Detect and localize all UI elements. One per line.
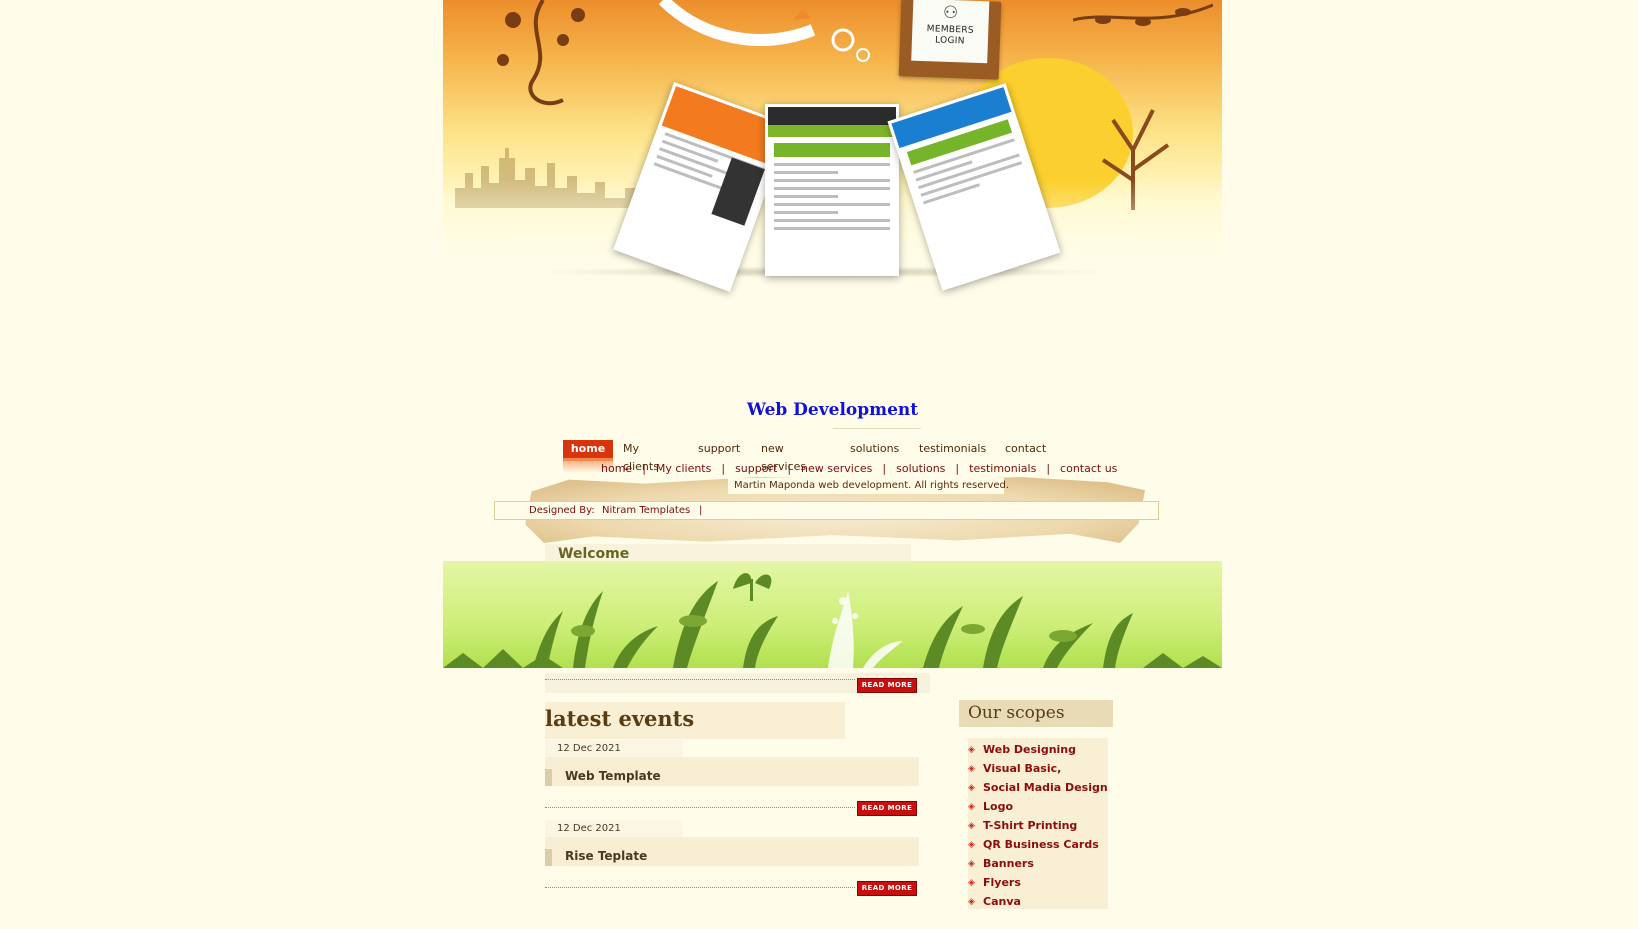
read-more-button[interactable]: READ MORE — [857, 801, 917, 816]
footer-nav-separator: | — [642, 462, 646, 475]
site-title: Web Development — [746, 400, 919, 420]
scopes-title: Our scopes — [959, 700, 1113, 727]
members-login-button[interactable]: ⚇ MEMBERS LOGIN — [898, 0, 1002, 80]
welcome-read-more-row: READ MORE — [545, 673, 930, 693]
dotted-divider — [545, 887, 855, 888]
copyright-text: Martin Maponda web development. All righ… — [728, 478, 1009, 494]
event-title-link[interactable]: Web Template — [565, 769, 661, 783]
bullet-arrow-icon: ◈ — [968, 859, 975, 869]
footer-nav-separator: | — [882, 462, 887, 475]
dotted-divider — [545, 807, 855, 808]
header-banner: ⚇ MEMBERS LOGIN — [443, 0, 1222, 320]
nav-new-services[interactable]: new services — [761, 440, 806, 473]
welcome-heading: Welcome — [558, 546, 630, 562]
designed-by-separator: | — [699, 505, 703, 516]
footer-nav: home | My clients | support | new services | sol… — [601, 461, 1117, 476]
event-read-more-row: READ MORE — [545, 801, 919, 819]
read-more-button[interactable]: READ MORE — [857, 881, 917, 896]
designed-by-label: Designed By: — [529, 505, 595, 516]
footer-nav-separator: | — [955, 462, 960, 475]
footer-nav-separator: | — [787, 462, 792, 475]
bullet-arrow-icon: ◈ — [968, 783, 975, 793]
bullet-arrow-icon: ◈ — [968, 764, 975, 774]
meadow-banner — [443, 561, 1222, 668]
footer-nav-support[interactable]: support — [735, 462, 777, 475]
nav-solutions[interactable]: solutions — [850, 440, 899, 458]
footer-nav-separator: | — [1046, 462, 1051, 475]
footer-nav-separator: | — [721, 462, 726, 475]
bullet-arrow-icon: ◈ — [968, 878, 975, 888]
title-divider — [833, 428, 921, 429]
event-date: 12 Dec 2021 — [545, 740, 683, 757]
footer-nav-my-clients[interactable]: My clients — [656, 462, 711, 475]
members-icon: ⚇ — [942, 2, 959, 24]
designed-by-link[interactable]: Nitram Templates — [602, 502, 690, 519]
event-title-row: Rise Teplate — [545, 837, 919, 866]
website-preview-2 — [765, 104, 899, 276]
members-login-label: MEMBERS LOGIN — [926, 24, 975, 47]
event-read-more-row: READ MORE — [545, 881, 919, 899]
events-title: latest events — [545, 706, 695, 731]
floral-swirl-graphic — [497, 0, 585, 106]
read-more-button[interactable]: READ MORE — [857, 678, 917, 693]
event-marker — [545, 849, 552, 866]
event-title-row: Web Template — [545, 757, 919, 786]
grass-plants-graphic — [443, 573, 1222, 668]
event-title-link[interactable]: Rise Teplate — [565, 849, 647, 863]
event-date: 12 Dec 2021 — [545, 820, 683, 837]
bullet-arrow-icon: ◈ — [968, 840, 975, 850]
nav-testimonials[interactable]: testimonials — [919, 440, 986, 458]
event-marker — [545, 769, 552, 786]
bullet-arrow-icon: ◈ — [968, 897, 975, 907]
footer-nav-contact-us[interactable]: contact us — [1060, 462, 1117, 475]
nav-support[interactable]: support — [698, 440, 740, 458]
floral-corner-graphic — [1073, 3, 1213, 26]
nav-my-clients[interactable]: My clients — [623, 440, 659, 473]
bird-swirl-graphic — [658, 0, 870, 62]
scopes-list: ◈ Web Designing ◈ Visual Basic, ◈ Social Ma… — [968, 738, 1108, 909]
bullet-arrow-icon: ◈ — [968, 802, 975, 812]
footer-nav-home[interactable]: home — [601, 462, 632, 475]
dotted-divider — [545, 679, 855, 680]
footer-nav-new-services[interactable]: new services — [801, 462, 872, 475]
footer-nav-testimonials[interactable]: testimonials — [969, 462, 1036, 475]
nav-contact[interactable]: contact — [1005, 440, 1046, 458]
designed-by-bar: Designed By: Nitram Templates | — [494, 501, 1159, 520]
footer-nav-solutions[interactable]: solutions — [896, 462, 945, 475]
nav-home[interactable]: home — [563, 440, 613, 473]
bullet-arrow-icon: ◈ — [968, 821, 975, 831]
bullet-arrow-icon: ◈ — [968, 745, 975, 755]
